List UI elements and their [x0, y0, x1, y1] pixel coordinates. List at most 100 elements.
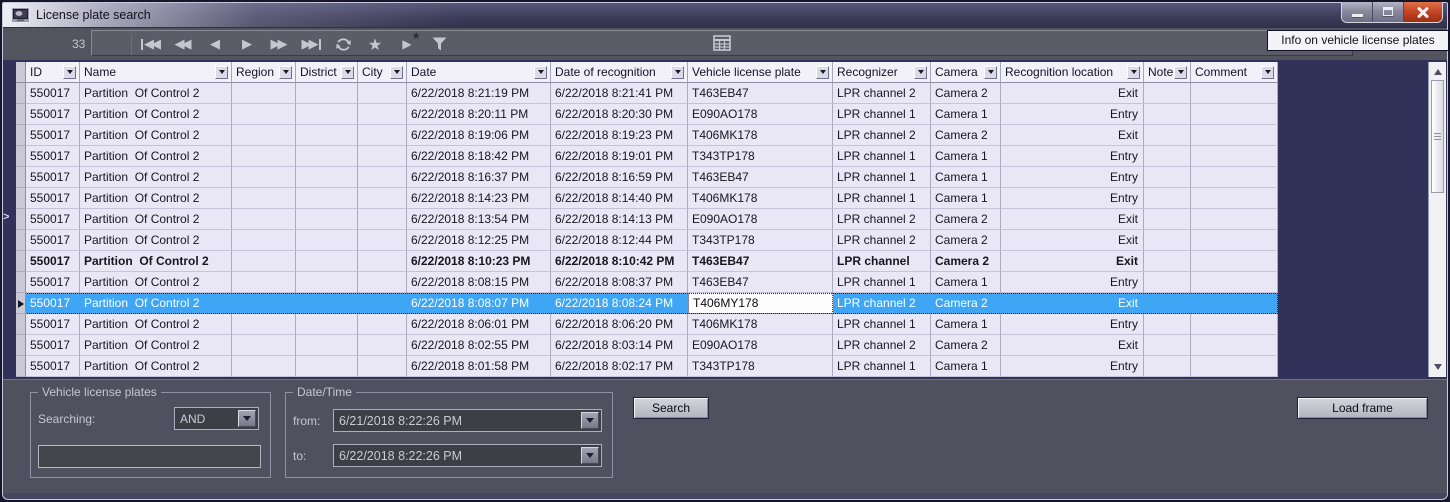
- filter-dropdown-icon[interactable]: [534, 65, 547, 79]
- cell-plate[interactable]: T463EB47: [688, 83, 833, 104]
- cell-date[interactable]: 6/22/2018 8:10:23 PM: [407, 251, 551, 272]
- cell-region[interactable]: [232, 167, 296, 188]
- cell-district[interactable]: [296, 104, 358, 125]
- table-row[interactable]: 550017 Partition Of Control 2 6/22/2018 8:…: [16, 272, 1278, 293]
- cell-location[interactable]: Exit: [1001, 293, 1144, 314]
- cell-location[interactable]: Exit: [1001, 335, 1144, 356]
- cell-recognizer[interactable]: LPR channel 1: [833, 104, 931, 125]
- row-selector-gutter[interactable]: [16, 188, 26, 209]
- table-row[interactable]: 550017 Partition Of Control 2 6/22/2018 8:…: [16, 230, 1278, 251]
- cell-date[interactable]: 6/22/2018 8:06:01 PM: [407, 314, 551, 335]
- cell-comment[interactable]: [1191, 230, 1278, 251]
- cell-name[interactable]: Partition Of Control 2: [80, 167, 232, 188]
- cell-note[interactable]: [1144, 272, 1191, 293]
- cell-comment[interactable]: [1191, 104, 1278, 125]
- column-header-comment[interactable]: Comment: [1191, 62, 1278, 83]
- cell-date[interactable]: 6/22/2018 8:21:19 PM: [407, 83, 551, 104]
- cell-date_of_recognition[interactable]: 6/22/2018 8:21:41 PM: [551, 83, 688, 104]
- column-header-id[interactable]: ID: [26, 62, 80, 83]
- cell-comment[interactable]: [1191, 209, 1278, 230]
- cell-note[interactable]: [1144, 209, 1191, 230]
- cell-city[interactable]: [358, 188, 407, 209]
- cell-plate[interactable]: T343TP178: [688, 230, 833, 251]
- row-selector-gutter[interactable]: [16, 272, 26, 293]
- cell-district[interactable]: [296, 356, 358, 377]
- cell-plate[interactable]: T406MK178: [688, 314, 833, 335]
- cell-id[interactable]: 550017: [26, 104, 80, 125]
- date-to-input[interactable]: [334, 448, 581, 463]
- filter-dropdown-icon[interactable]: [914, 65, 927, 79]
- vertical-scrollbar[interactable]: [1428, 62, 1446, 377]
- next-record-button[interactable]: ▶: [232, 31, 262, 57]
- cell-recognizer[interactable]: LPR channel 2: [833, 335, 931, 356]
- cell-id[interactable]: 550017: [26, 272, 80, 293]
- column-header-district[interactable]: District: [296, 62, 358, 83]
- load-frame-button[interactable]: Load frame: [1297, 397, 1428, 419]
- filter-button[interactable]: [424, 31, 454, 57]
- cell-camera[interactable]: Camera 2: [931, 335, 1001, 356]
- column-header-location[interactable]: Recognition location: [1001, 62, 1144, 83]
- cell-location[interactable]: Entry: [1001, 272, 1144, 293]
- row-selector-gutter[interactable]: [16, 230, 26, 251]
- row-selector-gutter[interactable]: [16, 335, 26, 356]
- titlebar[interactable]: License plate search: [3, 3, 1447, 27]
- filter-dropdown-icon[interactable]: [816, 65, 829, 79]
- go-to-star-button[interactable]: ▶ ★: [392, 31, 422, 57]
- column-header-date_of_recognition[interactable]: Date of recognition: [551, 62, 688, 83]
- row-selector-gutter[interactable]: [16, 83, 26, 104]
- cell-camera[interactable]: Camera 2: [931, 83, 1001, 104]
- table-row[interactable]: 550017 Partition Of Control 2 6/22/2018 8:…: [16, 209, 1278, 230]
- cell-city[interactable]: [358, 356, 407, 377]
- cell-city[interactable]: [358, 230, 407, 251]
- cell-district[interactable]: [296, 314, 358, 335]
- cell-id[interactable]: 550017: [26, 356, 80, 377]
- row-selector-gutter[interactable]: [16, 104, 26, 125]
- fast-forward-button[interactable]: ▶▶: [264, 31, 294, 57]
- cell-camera[interactable]: Camera 1: [931, 272, 1001, 293]
- date-from-input[interactable]: [334, 413, 581, 428]
- star-button[interactable]: ★: [360, 31, 390, 57]
- cell-plate[interactable]: E090AO178: [688, 104, 833, 125]
- table-row[interactable]: 550017 Partition Of Control 2 6/22/2018 8:…: [16, 356, 1278, 377]
- panel-collapse-arrow[interactable]: >: [3, 212, 9, 223]
- column-header-region[interactable]: Region: [232, 62, 296, 83]
- cell-region[interactable]: [232, 272, 296, 293]
- cell-date_of_recognition[interactable]: 6/22/2018 8:12:44 PM: [551, 230, 688, 251]
- cell-recognizer[interactable]: LPR channel 2: [833, 83, 931, 104]
- cell-district[interactable]: [296, 272, 358, 293]
- cell-comment[interactable]: [1191, 167, 1278, 188]
- cell-camera[interactable]: Camera 2: [931, 125, 1001, 146]
- scroll-down-icon[interactable]: [1434, 364, 1442, 370]
- table-row[interactable]: 550017 Partition Of Control 2 6/22/2018 8:…: [16, 314, 1278, 335]
- cell-comment[interactable]: [1191, 356, 1278, 377]
- column-header-recognizer[interactable]: Recognizer: [833, 62, 931, 83]
- cell-date[interactable]: 6/22/2018 8:20:11 PM: [407, 104, 551, 125]
- cell-district[interactable]: [296, 251, 358, 272]
- cell-region[interactable]: [232, 293, 296, 314]
- row-selector-gutter[interactable]: [16, 125, 26, 146]
- cell-id[interactable]: 550017: [26, 167, 80, 188]
- cell-city[interactable]: [358, 251, 407, 272]
- cell-recognizer[interactable]: LPR channel 2: [833, 293, 931, 314]
- cell-district[interactable]: [296, 335, 358, 356]
- table-row[interactable]: 550017 Partition Of Control 2 6/22/2018 8:…: [16, 146, 1278, 167]
- cell-note[interactable]: [1144, 335, 1191, 356]
- cell-camera[interactable]: Camera 1: [931, 356, 1001, 377]
- cell-date[interactable]: 6/22/2018 8:08:15 PM: [407, 272, 551, 293]
- cell-plate[interactable]: T406MK178: [688, 125, 833, 146]
- minimize-button[interactable]: [1342, 2, 1373, 22]
- cell-location[interactable]: Entry: [1001, 167, 1144, 188]
- table-row[interactable]: 550017 Partition Of Control 2 6/22/2018 8:…: [16, 251, 1278, 272]
- cell-name[interactable]: Partition Of Control 2: [80, 188, 232, 209]
- cell-date[interactable]: 6/22/2018 8:01:58 PM: [407, 356, 551, 377]
- scrollbar-thumb[interactable]: [1431, 80, 1444, 193]
- cell-name[interactable]: Partition Of Control 2: [80, 293, 232, 314]
- column-header-city[interactable]: City: [358, 62, 407, 83]
- cell-recognizer[interactable]: LPR channel 1: [833, 314, 931, 335]
- filter-dropdown-icon[interactable]: [1261, 65, 1274, 79]
- cell-note[interactable]: [1144, 83, 1191, 104]
- cell-camera[interactable]: Camera 1: [931, 146, 1001, 167]
- search-operator-select[interactable]: AND: [174, 407, 259, 430]
- table-row[interactable]: 550017 Partition Of Control 2 6/22/2018 8:…: [16, 188, 1278, 209]
- cell-name[interactable]: Partition Of Control 2: [80, 356, 232, 377]
